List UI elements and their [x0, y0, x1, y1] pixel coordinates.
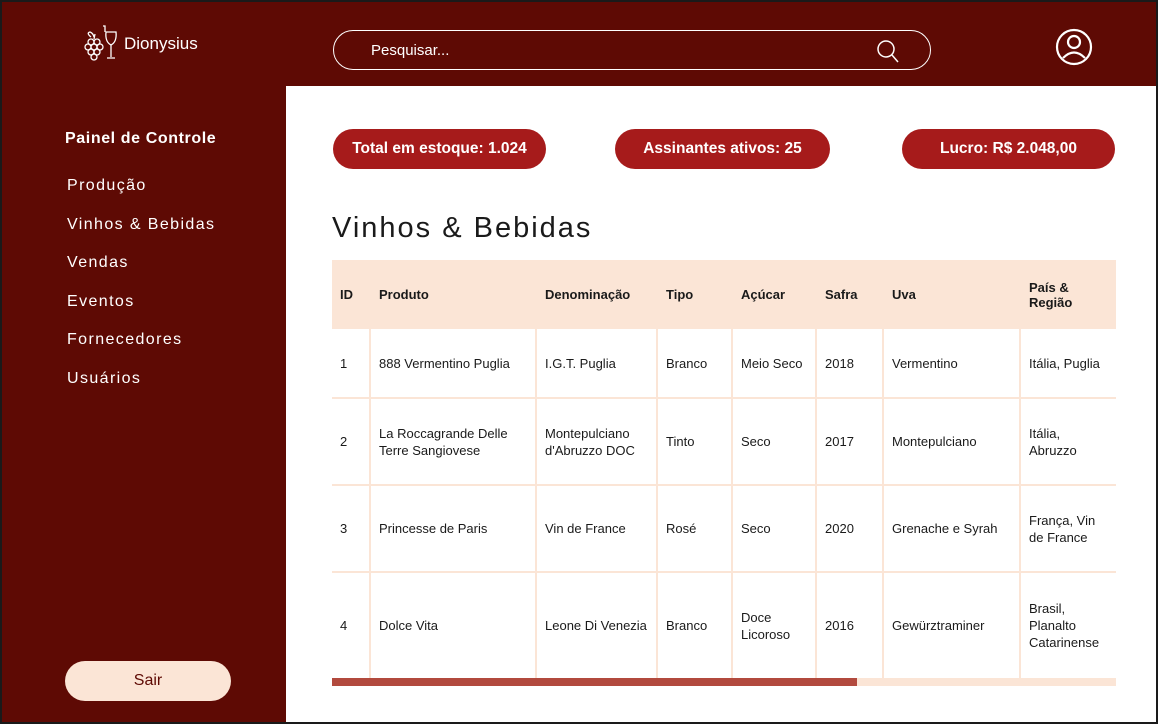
column-header-safra[interactable]: Safra — [816, 260, 884, 329]
cell-safra: 2020 — [816, 485, 884, 573]
sidebar-nav: Produção Vinhos & Bebidas Vendas Eventos… — [67, 176, 215, 407]
column-header-pais-regiao[interactable]: País & Região — [1020, 260, 1116, 329]
search-input[interactable] — [371, 41, 851, 59]
column-header-tipo[interactable]: Tipo — [657, 260, 733, 329]
table-horizontal-scrollbar[interactable] — [332, 678, 1116, 686]
scrollbar-thumb[interactable] — [332, 678, 858, 686]
cell-id: 3 — [332, 485, 371, 573]
cell-produto: Princesse de Paris — [370, 485, 537, 573]
cell-tipo: Branco — [657, 572, 733, 678]
cell-acucar: Seco — [732, 485, 817, 573]
sidebar-item-vendas[interactable]: Vendas — [67, 253, 215, 292]
stat-stock-badge: Total em estoque: 1.024 — [333, 129, 546, 169]
cell-acucar: Doce Licoroso — [732, 572, 817, 678]
cell-uva: Grenache e Syrah — [883, 485, 1021, 573]
column-header-uva[interactable]: Uva — [883, 260, 1021, 329]
user-avatar-icon[interactable] — [1054, 27, 1094, 67]
stat-subscribers-badge: Assinantes ativos: 25 — [615, 129, 830, 169]
cell-id: 4 — [332, 572, 371, 678]
page-title: Vinhos & Bebidas — [332, 212, 593, 244]
cell-produto: La Roccagrande Delle Terre Sangiovese — [370, 398, 537, 486]
cell-id: 1 — [332, 329, 371, 399]
cell-acucar: Meio Seco — [732, 329, 817, 399]
table-header-row: ID Produto Denominação Tipo Açúcar Safra… — [332, 260, 1116, 329]
logout-button[interactable]: Sair — [65, 661, 231, 701]
column-header-acucar[interactable]: Açúcar — [732, 260, 817, 329]
cell-pais-regiao: Itália, Abruzzo — [1020, 398, 1116, 486]
table-row[interactable]: 3 Princesse de Paris Vin de France Rosé … — [332, 485, 1116, 573]
cell-tipo: Branco — [657, 329, 733, 399]
cell-pais-regiao: França, Vin de France — [1020, 485, 1116, 573]
cell-safra: 2017 — [816, 398, 884, 486]
table-row[interactable]: 2 La Roccagrande Delle Terre Sangiovese … — [332, 398, 1116, 486]
sidebar-item-eventos[interactable]: Eventos — [67, 292, 215, 331]
cell-uva: Gewürztraminer — [883, 572, 1021, 678]
cell-denominacao: Vin de France — [536, 485, 658, 573]
cell-denominacao: Montepulciano d'Abruzzo DOC — [536, 398, 658, 486]
column-header-denominacao[interactable]: Denominação — [536, 260, 658, 329]
table-row[interactable]: 1 888 Vermentino Puglia I.G.T. Puglia Br… — [332, 329, 1116, 399]
stat-profit-badge: Lucro: R$ 2.048,00 — [902, 129, 1115, 169]
cell-tipo: Tinto — [657, 398, 733, 486]
search-icon[interactable] — [874, 37, 902, 65]
cell-denominacao: I.G.T. Puglia — [536, 329, 658, 399]
sidebar-item-producao[interactable]: Produção — [67, 176, 215, 215]
sidebar-item-vinhos-bebidas[interactable]: Vinhos & Bebidas — [67, 215, 215, 254]
cell-acucar: Seco — [732, 398, 817, 486]
cell-id: 2 — [332, 398, 371, 486]
cell-safra: 2016 — [816, 572, 884, 678]
column-header-produto[interactable]: Produto — [370, 260, 537, 329]
app-logo[interactable]: Dionysius — [82, 24, 198, 64]
cell-produto: Dolce Vita — [370, 572, 537, 678]
cell-denominacao: Leone Di Venezia — [536, 572, 658, 678]
search-bar[interactable] — [333, 30, 931, 70]
wines-table: ID Produto Denominação Tipo Açúcar Safra… — [332, 260, 1116, 678]
cell-uva: Vermentino — [883, 329, 1021, 399]
table-row[interactable]: 4 Dolce Vita Leone Di Venezia Branco Doc… — [332, 572, 1116, 678]
cell-uva: Montepulciano — [883, 398, 1021, 486]
sidebar: Painel de Controle Produção Vinhos & Beb… — [2, 86, 286, 722]
cell-tipo: Rosé — [657, 485, 733, 573]
wine-grapes-icon — [84, 25, 117, 61]
cell-safra: 2018 — [816, 329, 884, 399]
cell-pais-regiao: Brasil, Planalto Catarinense — [1029, 601, 1100, 650]
cell-pais-regiao: Itália, Puglia — [1020, 329, 1116, 399]
sidebar-item-fornecedores[interactable]: Fornecedores — [67, 330, 215, 369]
app-frame: Dionysius Painel de Controle Produção Vi… — [0, 0, 1158, 724]
cell-produto: 888 Vermentino Puglia — [370, 329, 537, 399]
column-header-id[interactable]: ID — [332, 260, 371, 329]
top-bar: Dionysius — [2, 2, 1156, 86]
sidebar-item-usuarios[interactable]: Usuários — [67, 369, 215, 408]
app-name: Dionysius — [124, 34, 198, 53]
sidebar-title: Painel de Controle — [65, 130, 217, 147]
